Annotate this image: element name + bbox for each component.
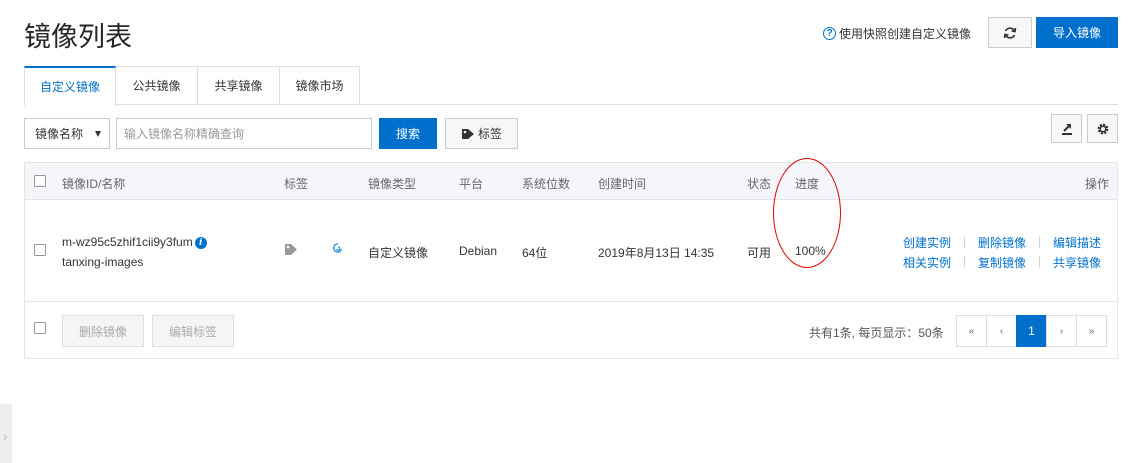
debian-logo-icon — [332, 242, 344, 258]
page-title: 镜像列表 — [24, 22, 132, 53]
divider: | — [1038, 234, 1042, 248]
row-checkbox[interactable] — [34, 244, 46, 256]
info-icon[interactable]: i — [194, 237, 207, 249]
image-bits: 64位 — [522, 246, 548, 260]
export-icon — [1061, 123, 1072, 135]
tab-image-market[interactable]: 镜像市场 — [280, 66, 360, 105]
gear-icon — [1097, 123, 1108, 134]
settings-button[interactable] — [1087, 114, 1118, 143]
edit-description-link[interactable]: 编辑描述 — [1053, 234, 1101, 251]
import-image-button[interactable]: 导入镜像 — [1036, 17, 1118, 48]
col-created: 创建时间 — [598, 177, 647, 191]
col-image-type: 镜像类型 — [368, 177, 417, 191]
tab-custom-images[interactable]: 自定义镜像 — [24, 66, 116, 106]
search-input[interactable] — [116, 118, 372, 149]
col-tags: 标签 — [284, 177, 309, 191]
image-id-text[interactable]: m-wz95c5zhif1cii9y3fum — [62, 235, 193, 249]
share-image-link[interactable]: 共享镜像 — [1053, 254, 1101, 271]
first-page-button[interactable]: « — [956, 315, 987, 347]
prev-page-button[interactable]: ‹ — [986, 315, 1017, 347]
bulk-delete-button[interactable]: 删除镜像 — [62, 315, 144, 347]
last-page-button[interactable]: » — [1076, 315, 1107, 347]
delete-image-link[interactable]: 删除镜像 — [978, 234, 1026, 251]
tag-filter-label: 标签 — [477, 127, 502, 141]
red-annotation-circle — [773, 158, 841, 268]
image-id: m-wz95c5zhif1cii9y3fum i — [62, 235, 207, 249]
footer-select-checkbox[interactable] — [34, 322, 46, 334]
search-field-select-value: 镜像名称 — [35, 127, 84, 141]
image-name: tanxing-images — [62, 255, 144, 269]
caret-down-icon — [95, 131, 101, 137]
image-created: 2019年8月13日 14:35 — [598, 246, 715, 260]
table-footer: 删除镜像 编辑标签 共有1条, 每页显示：50条 « ‹ 1 › » — [25, 303, 1117, 359]
refresh-button[interactable] — [988, 17, 1032, 48]
tab-bar: 自定义镜像 公共镜像 共享镜像 镜像市场 — [24, 66, 1118, 106]
image-platform: Debian — [459, 244, 498, 258]
col-platform: 平台 — [459, 177, 484, 191]
refresh-icon — [1003, 26, 1017, 39]
table-row: m-wz95c5zhif1cii9y3fum i tanxing-images 自… — [25, 201, 1117, 302]
search-button[interactable]: 搜索 — [379, 118, 437, 149]
tab-public-images[interactable]: 公共镜像 — [116, 66, 198, 105]
select-all-checkbox[interactable] — [34, 175, 46, 187]
question-icon: ? — [823, 27, 836, 40]
chevron-right-icon: › — [3, 428, 8, 444]
tag-icon[interactable] — [284, 243, 299, 259]
page-1-button[interactable]: 1 — [1016, 315, 1047, 347]
divider: | — [963, 254, 967, 268]
copy-image-link[interactable]: 复制镜像 — [978, 254, 1026, 271]
table-header: 镜像ID/名称 标签 镜像类型 平台 系统位数 创建时间 状态 进度 操作 — [25, 163, 1117, 200]
tag-filter-button[interactable]: 标签 — [445, 118, 518, 149]
pagination-summary: 共有1条, 每页显示：50条 — [809, 326, 944, 340]
col-image-id: 镜像ID/名称 — [62, 177, 126, 191]
image-type: 自定义镜像 — [368, 246, 429, 260]
image-table: 镜像ID/名称 标签 镜像类型 平台 系统位数 创建时间 状态 进度 操作 m-… — [24, 162, 1118, 359]
search-field-select[interactable]: 镜像名称 — [24, 118, 110, 149]
pagination: « ‹ 1 › » — [956, 315, 1107, 347]
related-instances-link[interactable]: 相关实例 — [903, 254, 951, 271]
col-bits: 系统位数 — [522, 177, 571, 191]
help-link[interactable]: ? 使用快照创建自定义镜像 — [823, 25, 971, 42]
col-status: 状态 — [747, 177, 772, 191]
export-button[interactable] — [1051, 114, 1082, 143]
tag-icon — [461, 128, 474, 139]
tab-shared-images[interactable]: 共享镜像 — [198, 66, 280, 105]
next-page-button[interactable]: › — [1046, 315, 1077, 347]
divider: | — [963, 234, 967, 248]
image-status: 可用 — [747, 246, 772, 260]
help-link-label: 使用快照创建自定义镜像 — [839, 27, 972, 41]
divider: | — [1038, 254, 1042, 268]
create-instance-link[interactable]: 创建实例 — [903, 234, 951, 251]
bulk-edit-tags-button[interactable]: 编辑标签 — [152, 315, 234, 347]
col-actions: 操作 — [1085, 177, 1110, 191]
